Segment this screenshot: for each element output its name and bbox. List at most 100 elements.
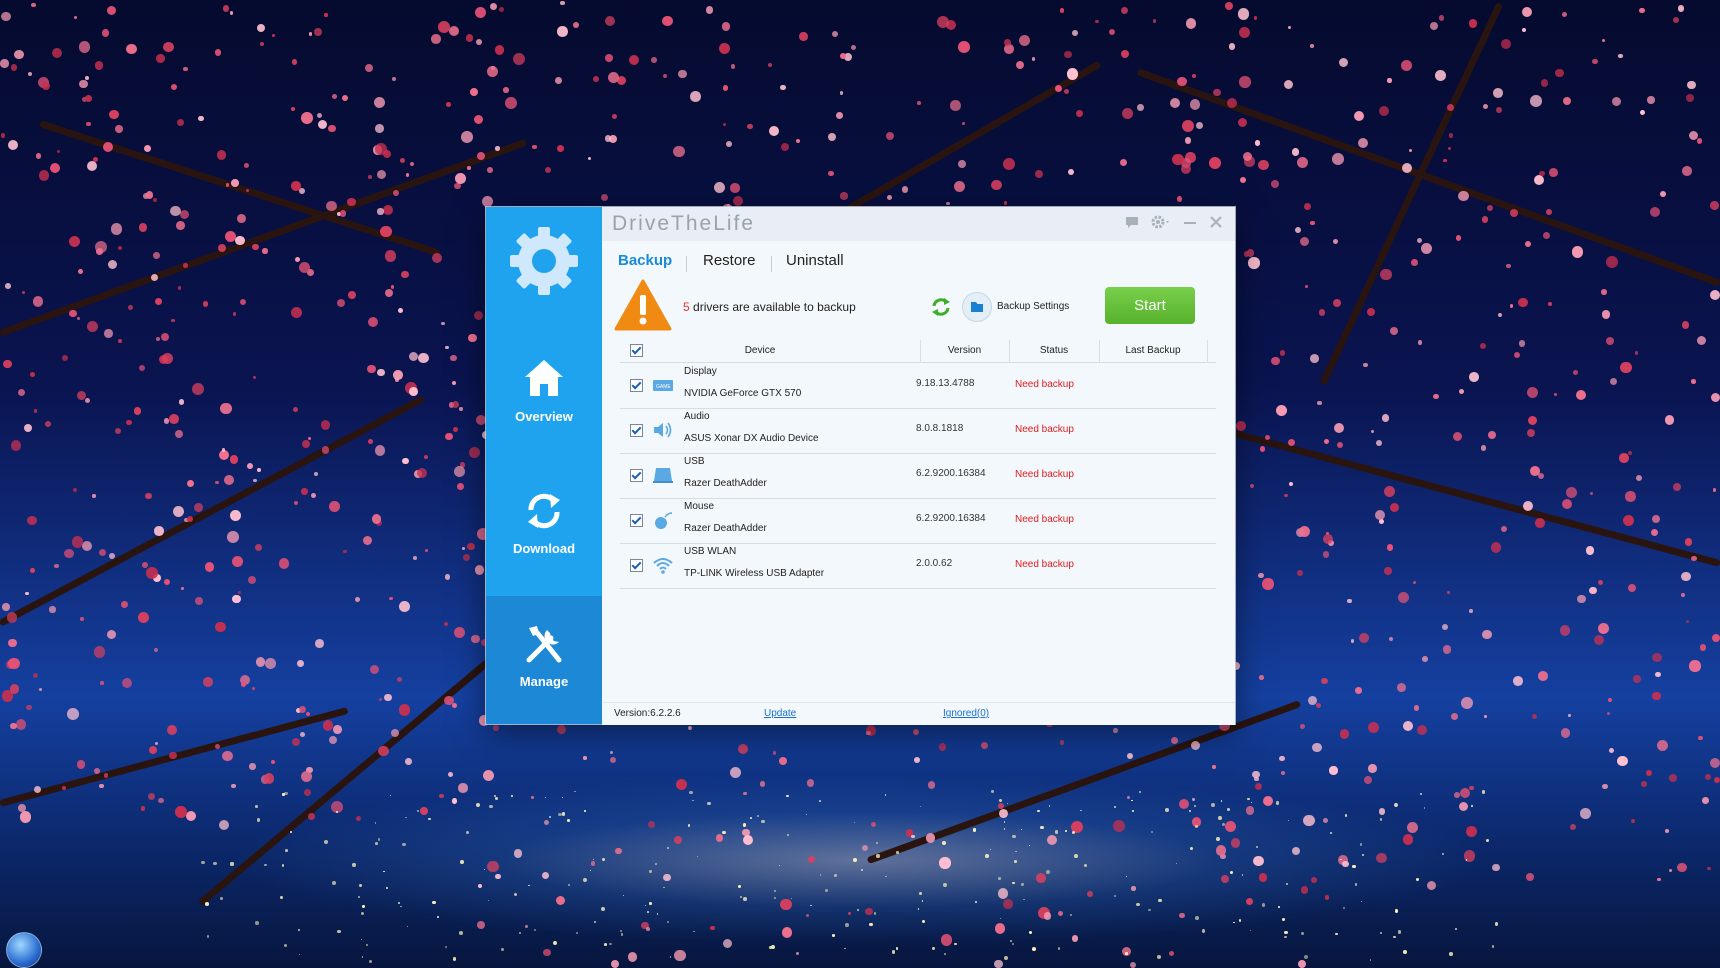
cherry-blossom [1253,16,1258,20]
cherry-blossom [375,123,384,133]
sidebar-item-manage[interactable]: Manage [486,596,602,724]
cherry-blossom [8,638,17,648]
cherry-blossom [1625,491,1636,502]
update-link[interactable]: Update [764,708,796,719]
backup-info-text: 5 drivers are available to backup [683,300,856,314]
sidebar-item-overview[interactable]: Overview [486,356,602,484]
city-light [687,824,691,827]
cherry-blossom [245,189,249,193]
table-row[interactable]: USB Razer DeathAdder 6.2.9200.16384 Need… [620,453,1216,499]
cherry-blossom [795,951,799,955]
settings-gear-icon[interactable] [1148,214,1174,234]
ignored-link[interactable]: Ignored(0) [943,708,989,719]
cherry-blossom [465,33,474,42]
cherry-blossom [84,75,89,80]
cherry-blossom [1622,514,1635,527]
cherry-blossom [367,438,373,444]
cherry-blossom [1514,352,1521,359]
row-checkbox[interactable] [630,514,643,527]
refresh-icon[interactable] [929,295,953,319]
warning-icon [614,279,672,331]
cherry-blossom [746,123,753,130]
cherry-blossom [320,420,331,430]
city-light [1131,799,1133,802]
table-row[interactable]: Mouse Razer DeathAdder 6.2.9200.16384 Ne… [620,498,1216,544]
table-row[interactable]: Audio ASUS Xonar DX Audio Device 8.0.8.1… [620,408,1216,454]
city-light [1040,825,1044,830]
cherry-blossom [493,725,499,731]
city-light [998,798,1003,802]
tab-restore[interactable]: Restore [703,252,756,269]
row-checkbox[interactable] [630,469,643,482]
cherry-blossom [541,871,550,880]
cherry-blossom [1563,97,1571,106]
cherry-blossom [79,616,84,622]
cherry-blossom [373,97,385,109]
cherry-blossom [214,49,222,56]
cherry-blossom [1071,935,1079,942]
city-light [452,957,456,961]
cherry-blossom [1532,714,1538,719]
row-checkbox[interactable] [630,559,643,572]
city-light [860,869,863,872]
cherry-blossom [300,111,313,124]
cherry-blossom [26,704,32,711]
cherry-blossom [1291,147,1300,156]
close-icon[interactable] [1206,214,1226,234]
cherry-blossom [1121,108,1133,120]
cherry-blossom [1288,481,1293,486]
device-name: TP-LINK Wireless USB Adapter [684,568,825,579]
cherry-blossom [806,913,810,917]
cherry-blossom [1168,950,1174,956]
cherry-blossom [781,927,793,938]
table-row[interactable]: USB WLAN TP-LINK Wireless USB Adapter 2.… [620,543,1216,589]
cherry-blossom [253,375,257,380]
cherry-blossom [936,15,949,28]
city-light [990,790,994,793]
city-light [619,930,622,933]
cherry-blossom [369,664,380,674]
select-all-checkbox[interactable] [630,344,643,357]
cherry-blossom [121,678,132,689]
windows-start-button[interactable] [6,932,42,968]
city-light [417,810,420,813]
city-light [646,911,649,913]
cherry-blossom [1539,170,1545,176]
tab-uninstall[interactable]: Uninstall [786,252,844,269]
backup-settings-button[interactable] [962,292,992,322]
city-light [369,959,373,963]
feedback-icon[interactable] [1122,214,1142,234]
cherry-blossom [265,658,276,669]
cherry-blossom [271,33,275,38]
city-light [761,819,765,824]
city-light [824,889,828,893]
cherry-blossom [126,420,132,426]
city-light [1329,831,1332,834]
backup-settings-label[interactable]: Backup Settings [997,301,1069,312]
cherry-blossom [118,339,123,343]
cherry-blossom [172,505,184,517]
row-checkbox[interactable] [630,379,643,392]
cherry-blossom [56,149,61,154]
cherry-blossom [911,834,915,839]
cherry-blossom [1697,336,1707,346]
minimize-icon[interactable] [1180,214,1200,234]
tab-backup[interactable]: Backup [618,252,672,269]
city-light [623,895,625,897]
city-light [1012,834,1016,839]
start-button[interactable]: Start [1105,287,1195,324]
table-row[interactable]: GAME Display NVIDIA GeForce GTX 570 9.18… [620,363,1216,409]
cherry-blossom [175,429,183,438]
cherry-blossom [328,500,340,513]
cherry-blossom [870,821,876,827]
cherry-blossom [487,167,493,173]
city-light [1393,935,1396,939]
cherry-blossom [120,600,128,608]
cherry-blossom [1450,712,1459,721]
cherry-blossom [405,758,412,765]
row-checkbox[interactable] [630,424,643,437]
cherry-blossom [1185,137,1192,144]
cherry-blossom [179,399,185,405]
cherry-blossom [161,333,170,342]
cherry-blossom [419,806,428,815]
